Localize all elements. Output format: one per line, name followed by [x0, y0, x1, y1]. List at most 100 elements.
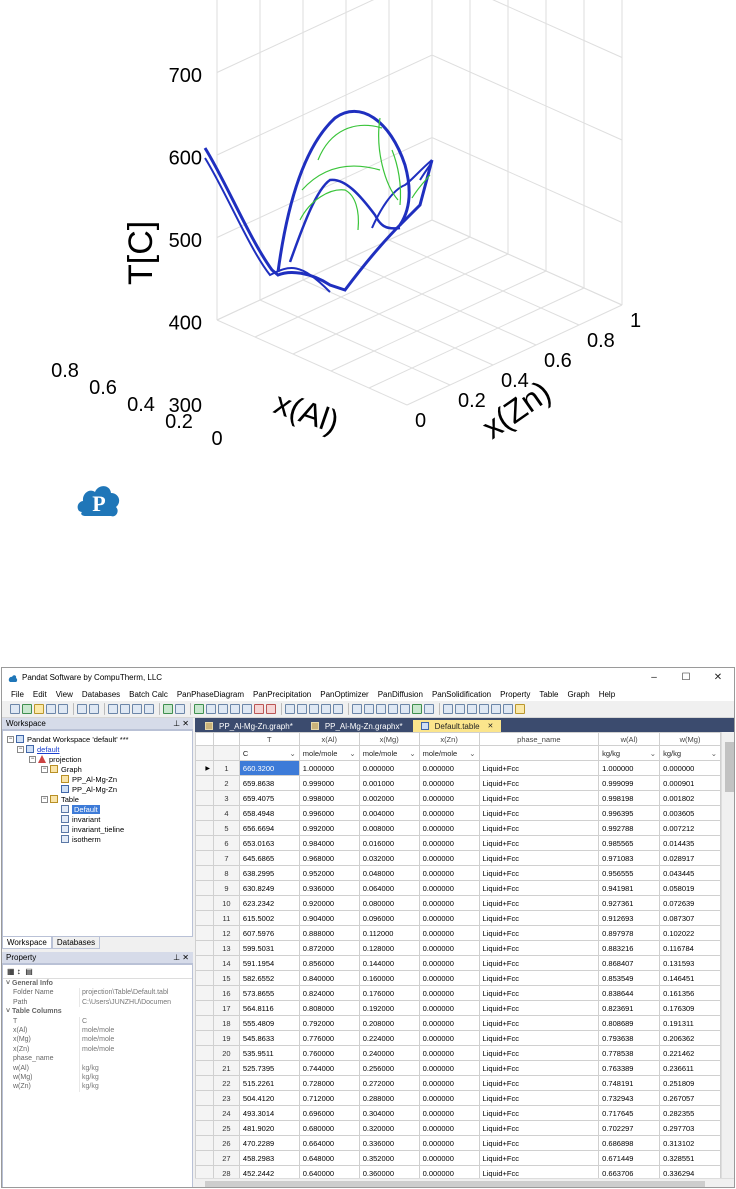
- table-cell[interactable]: 0.956555: [598, 865, 661, 881]
- tree-table-folder[interactable]: − Table: [41, 794, 79, 804]
- table-cell[interactable]: 0.032000: [358, 850, 420, 866]
- table-cell[interactable]: 0.996000: [298, 805, 360, 821]
- table-cell[interactable]: 0.267057: [659, 1090, 721, 1106]
- table-cell[interactable]: 0.702297: [598, 1120, 661, 1136]
- col-header-wmg[interactable]: w(Mg): [659, 732, 721, 746]
- table-cell[interactable]: 0.208000: [358, 1015, 420, 1031]
- table-cell[interactable]: 545.8633: [238, 1030, 300, 1046]
- table-cell[interactable]: 0.888000: [298, 925, 360, 941]
- table-cell[interactable]: 0.016000: [358, 835, 420, 851]
- menu-batch-calc[interactable]: Batch Calc: [129, 690, 168, 699]
- tree-graphx-item[interactable]: PP_Al-Mg-Zn: [61, 784, 117, 794]
- table-cell[interactable]: 0.176000: [358, 985, 420, 1001]
- zoom-icon[interactable]: [455, 704, 465, 714]
- table-cell[interactable]: 515.2261: [238, 1075, 300, 1091]
- menu-graph[interactable]: Graph: [567, 690, 589, 699]
- table-cell[interactable]: 0.680000: [298, 1120, 360, 1136]
- table-cell[interactable]: 0.000000: [418, 1120, 480, 1136]
- export-icon[interactable]: [412, 704, 422, 714]
- table-cell[interactable]: 0.998000: [298, 790, 360, 806]
- table-row[interactable]: 28 452.2442 0.640000 0.360000 0.000000 Liquid…: [195, 1165, 721, 1178]
- unit-select-xal[interactable]: mole/mole ⌄: [298, 745, 360, 761]
- table-cell[interactable]: 470.2289: [238, 1135, 300, 1151]
- table-cell[interactable]: 0.856000: [298, 955, 360, 971]
- save-all-icon[interactable]: [58, 704, 68, 714]
- table-cell[interactable]: 1.000000: [598, 760, 661, 776]
- table-cell[interactable]: 0.336000: [358, 1135, 420, 1151]
- chart3-icon[interactable]: [376, 704, 386, 714]
- table-cell[interactable]: 0.000901: [659, 775, 721, 791]
- table-cell[interactable]: 0.778538: [598, 1045, 661, 1061]
- property-row[interactable]: x(Zn) mole/mole: [3, 1044, 192, 1055]
- table-cell[interactable]: 623.2342: [238, 895, 300, 911]
- table-cell[interactable]: 0.144000: [358, 955, 420, 971]
- table-row[interactable]: 4 658.4948 0.996000 0.004000 0.000000 Liquid+…: [195, 805, 721, 821]
- table-cell[interactable]: Liquid+Fcc: [478, 1105, 600, 1121]
- copy-icon[interactable]: [120, 704, 130, 714]
- unit-select-xzn[interactable]: mole/mole ⌄: [418, 745, 480, 761]
- table-cell[interactable]: 659.8638: [238, 775, 300, 791]
- table-cell[interactable]: 0.001000: [358, 775, 420, 791]
- table-cell[interactable]: Liquid+Fcc: [478, 760, 600, 776]
- table-cell[interactable]: 0.952000: [298, 865, 360, 881]
- open-folder-icon[interactable]: [34, 704, 44, 714]
- text-icon[interactable]: [503, 704, 513, 714]
- table-cell[interactable]: Liquid+Fcc: [478, 790, 600, 806]
- graph4-icon[interactable]: [321, 704, 331, 714]
- col-header-xzn[interactable]: x(Zn): [418, 732, 480, 746]
- table-cell[interactable]: 0.999099: [598, 775, 661, 791]
- table-cell[interactable]: 0.236611: [659, 1060, 721, 1076]
- table-cell[interactable]: 0.146451: [659, 970, 721, 986]
- table-cell[interactable]: 0.000000: [418, 850, 480, 866]
- table-cell[interactable]: 0.360000: [358, 1165, 420, 1178]
- table-cell[interactable]: 0.116784: [659, 940, 721, 956]
- table-cell[interactable]: Liquid+Fcc: [478, 835, 600, 851]
- table-cell[interactable]: Liquid+Fcc: [478, 955, 600, 971]
- table-cell[interactable]: 0.001802: [659, 790, 721, 806]
- table-cell[interactable]: 0.686898: [598, 1135, 661, 1151]
- table-cell[interactable]: 0.112000: [358, 925, 420, 941]
- table-cell[interactable]: 0.760000: [298, 1045, 360, 1061]
- table-cell[interactable]: Liquid+Fcc: [478, 1120, 600, 1136]
- table-cell[interactable]: 0.000000: [418, 970, 480, 986]
- dropdown-icon[interactable]: ⌄: [711, 749, 717, 758]
- table-row[interactable]: 20 535.9511 0.760000 0.240000 0.000000 Liquid…: [195, 1045, 721, 1061]
- table-cell[interactable]: 599.5031: [238, 940, 300, 956]
- table-cell[interactable]: 0.000000: [418, 1000, 480, 1016]
- table-cell[interactable]: 0.868407: [598, 955, 661, 971]
- table-cell[interactable]: 0.897978: [598, 925, 661, 941]
- batch-icon[interactable]: [175, 704, 185, 714]
- table-cell[interactable]: 0.240000: [358, 1045, 420, 1061]
- table-cell[interactable]: 0.128000: [358, 940, 420, 956]
- menu-databases[interactable]: Databases: [82, 690, 120, 699]
- grid-icon[interactable]: [491, 704, 501, 714]
- table-cell[interactable]: 493.3014: [238, 1105, 300, 1121]
- table-cell[interactable]: 535.9511: [238, 1045, 300, 1061]
- table-cell[interactable]: 0.000000: [418, 880, 480, 896]
- print-preview-icon[interactable]: [77, 704, 87, 714]
- legend-icon[interactable]: [479, 704, 489, 714]
- table-cell[interactable]: 0.664000: [298, 1135, 360, 1151]
- table-cell[interactable]: 0.000000: [418, 1015, 480, 1031]
- property-row[interactable]: x(Mg) mole/mole: [3, 1035, 192, 1045]
- table-cell[interactable]: Liquid+Fcc: [478, 850, 600, 866]
- table-cell[interactable]: 0.883216: [598, 940, 661, 956]
- col-header-wal[interactable]: w(Al): [598, 732, 661, 746]
- table-cell[interactable]: 0.192000: [358, 1000, 420, 1016]
- table-cell[interactable]: 0.971083: [598, 850, 661, 866]
- table-cell[interactable]: 0.007212: [659, 820, 721, 836]
- property-row[interactable]: w(Al) kg/kg: [3, 1063, 192, 1073]
- menu-property[interactable]: Property: [500, 690, 530, 699]
- table-cell[interactable]: 0.748191: [598, 1075, 661, 1091]
- table-cell[interactable]: 481.9020: [238, 1120, 300, 1136]
- new-icon[interactable]: [10, 704, 20, 714]
- tree-table-default[interactable]: Default: [61, 804, 100, 814]
- table-cell[interactable]: 0.000000: [418, 910, 480, 926]
- col-header-xal[interactable]: x(Al): [298, 732, 360, 746]
- table-cell[interactable]: 0.000000: [418, 865, 480, 881]
- table-row[interactable]: 24 493.3014 0.696000 0.304000 0.000000 Liquid…: [195, 1105, 721, 1121]
- table-cell[interactable]: 615.5002: [238, 910, 300, 926]
- table-row[interactable]: 23 504.4120 0.712000 0.288000 0.000000 Liquid…: [195, 1090, 721, 1106]
- table-row[interactable]: 13 599.5031 0.872000 0.128000 0.000000 Liquid…: [195, 940, 721, 956]
- table-cell[interactable]: Liquid+Fcc: [478, 1150, 600, 1166]
